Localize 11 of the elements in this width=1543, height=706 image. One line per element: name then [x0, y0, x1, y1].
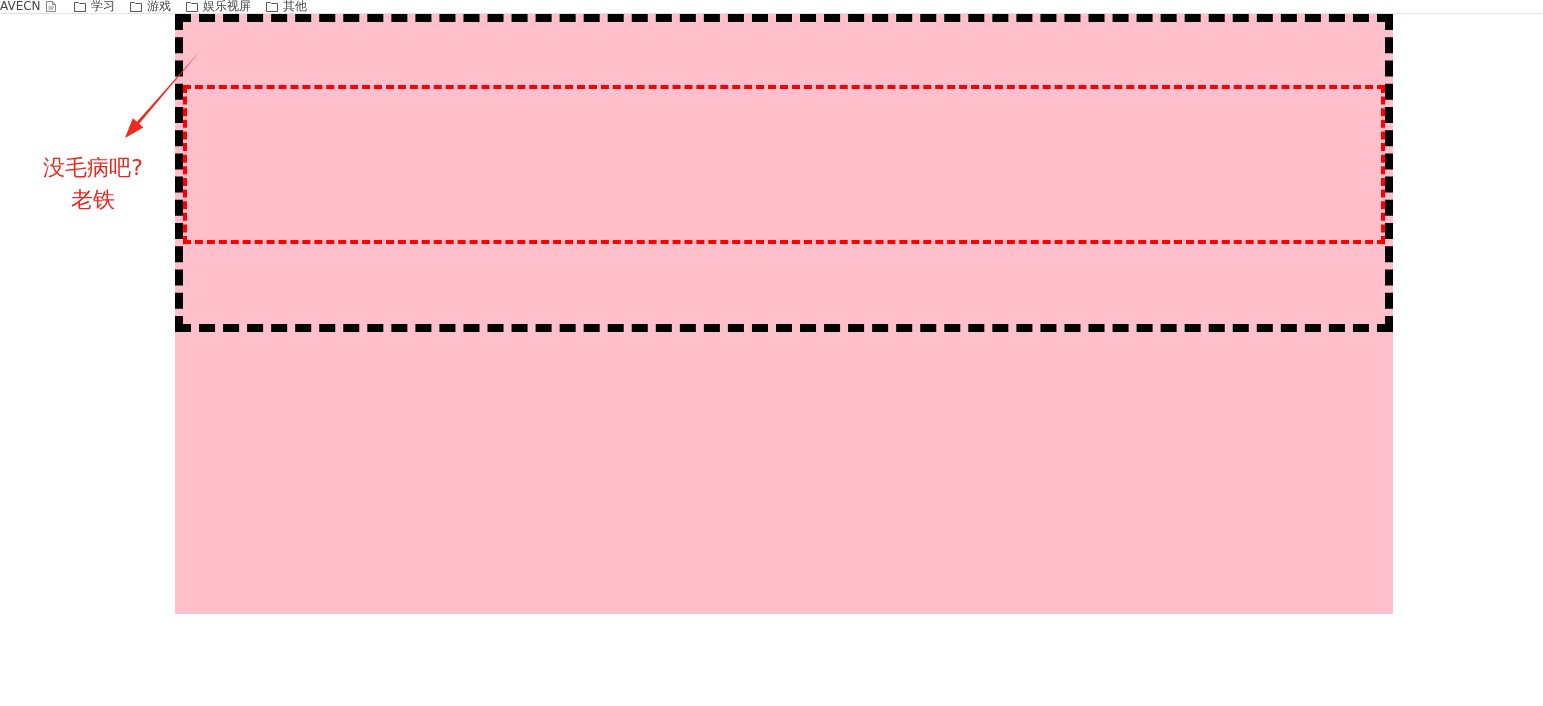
folder-icon	[73, 1, 86, 12]
bookmark-link[interactable]: AVECN	[0, 0, 41, 13]
page-icon[interactable]	[45, 1, 56, 12]
bookmark-folder[interactable]: 游戏	[129, 0, 171, 13]
folder-icon	[185, 1, 198, 12]
annotation-text: 没毛病吧? 老铁	[42, 154, 144, 214]
folder-icon	[129, 1, 142, 12]
bookmark-folder[interactable]: 其他	[265, 0, 307, 13]
bookmark-folder[interactable]: 娱乐视屏	[185, 0, 251, 13]
folder-icon	[265, 1, 278, 12]
bookmark-folder[interactable]: 学习	[73, 0, 115, 13]
